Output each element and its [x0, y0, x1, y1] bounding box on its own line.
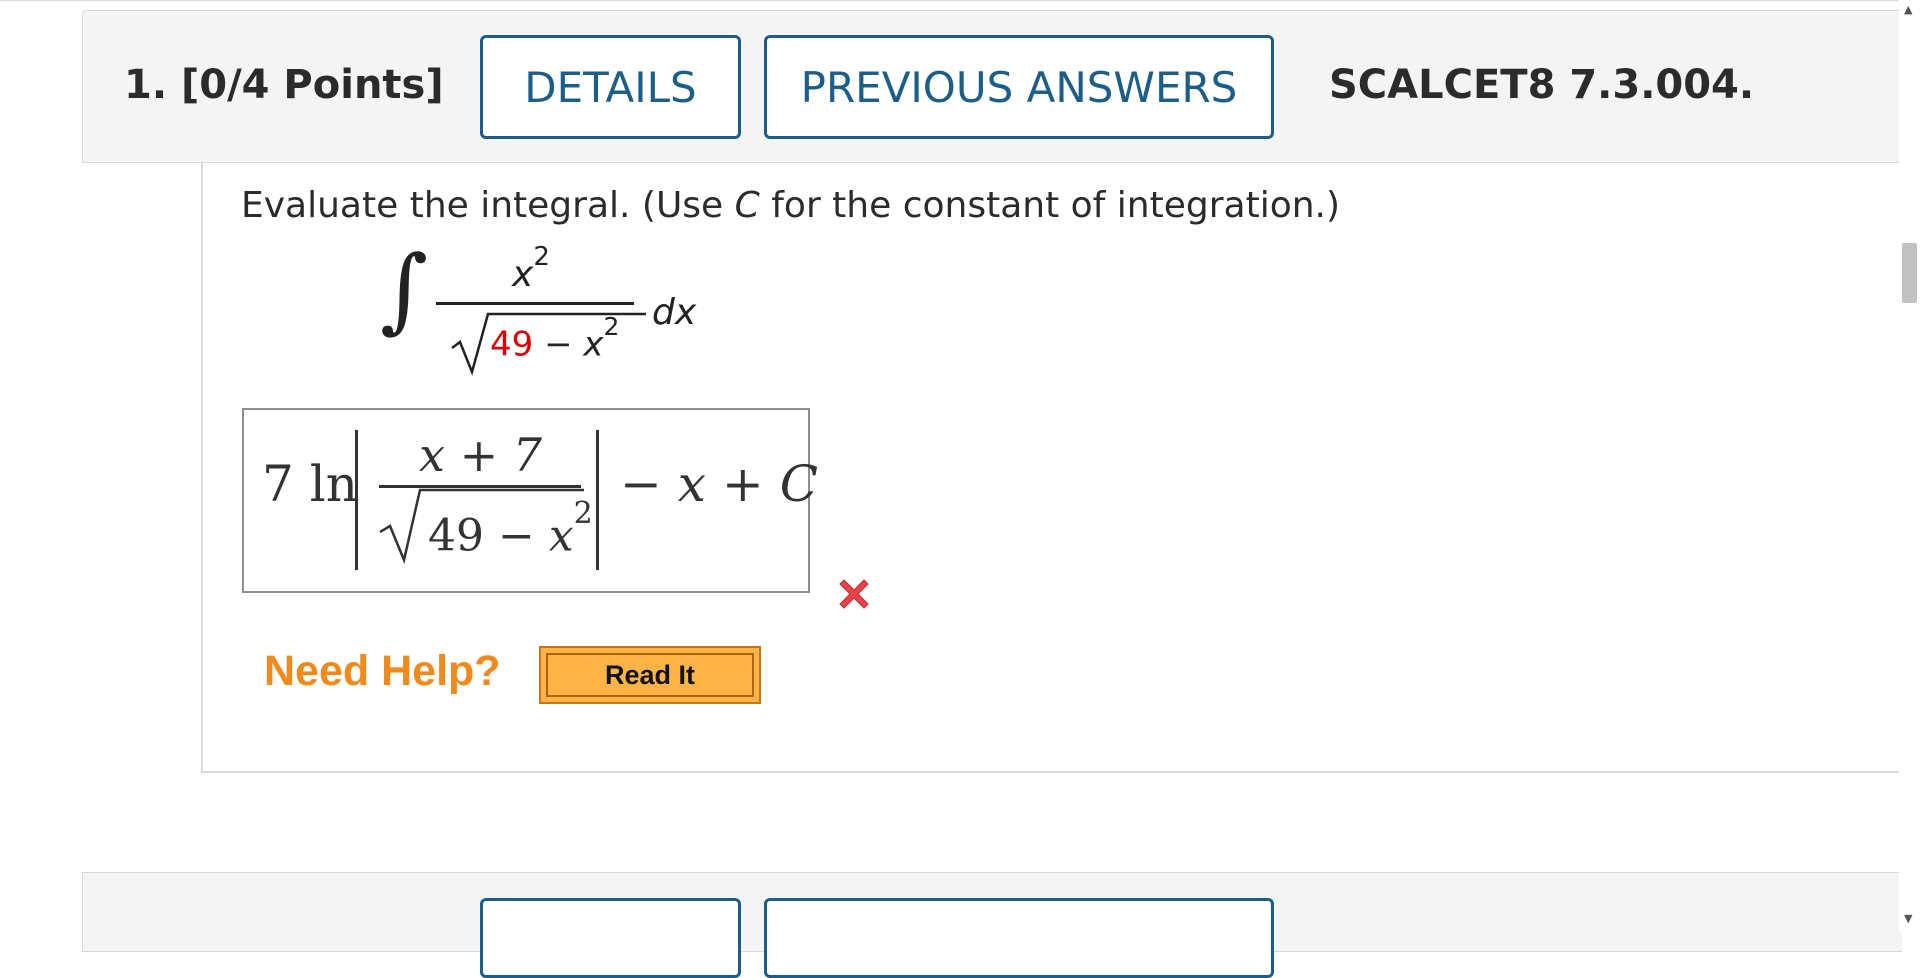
answer-tail-plus: +: [706, 455, 780, 513]
fraction-bar: [436, 302, 634, 305]
answer-input[interactable]: 7 ln x + 7 49 − x2 − x + C: [242, 408, 818, 593]
radicand: 49 − x2: [490, 312, 619, 365]
numerator-variable: x: [512, 254, 534, 295]
question-prompt: Evaluate the integral. (Use C for the co…: [241, 185, 1340, 226]
absolute-value-left-bar: [355, 430, 358, 570]
integrand-numerator: x2: [512, 242, 550, 295]
answer-radical: 49 − x2: [378, 486, 593, 566]
need-help-label: Need Help?: [264, 647, 501, 695]
details-button[interactable]: DETAILS: [480, 35, 741, 139]
prompt-text-before: Evaluate the integral. (Use: [241, 185, 735, 226]
answer-numerator: x + 7: [419, 428, 542, 482]
radicand-variable: x: [583, 324, 604, 365]
top-border: [0, 0, 1920, 1]
answer-coefficient: 7 ln: [262, 455, 358, 513]
radicand-constant: 49: [490, 324, 534, 365]
numerator-exponent: 2: [533, 242, 550, 272]
incorrect-x-icon: [839, 579, 869, 609]
scrollbar-thumb[interactable]: [1902, 243, 1917, 303]
answer-radicand-text: 49 −: [428, 510, 549, 562]
question-points: 1. [0/4 Points]: [124, 62, 444, 108]
next-previous-answers-button[interactable]: [764, 898, 1274, 978]
read-it-button[interactable]: Read It: [539, 646, 761, 704]
answer-radicand-exponent: 2: [573, 496, 593, 531]
question-code: SCALCET8 7.3.004.: [1329, 62, 1755, 108]
integrand-radical: 49 − x2: [450, 312, 646, 382]
answer-tail: − x + C: [620, 455, 818, 513]
answer-radicand-variable: x: [548, 510, 574, 562]
radicand-operator: −: [533, 324, 584, 365]
answer-tail-operator: −: [620, 455, 678, 513]
prompt-text-after: for the constant of integration.): [759, 185, 1341, 226]
integral-expression: ∫ x2 49 − x2 dx: [380, 242, 710, 382]
next-details-button[interactable]: [480, 898, 741, 978]
answer-radicand: 49 − x2: [428, 496, 593, 562]
scroll-up-arrow-icon[interactable]: ▲: [1904, 3, 1912, 16]
integral-sign: ∫: [380, 236, 428, 343]
differential: dx: [652, 292, 697, 333]
scroll-down-arrow-icon[interactable]: ▼: [1904, 912, 1912, 925]
answer-tail-variable: x: [677, 455, 706, 513]
absolute-value-right-bar: [596, 430, 599, 570]
scrollbar[interactable]: [1899, 0, 1920, 932]
answer-constant: C: [779, 455, 818, 513]
prompt-constant: C: [734, 185, 760, 226]
radicand-exponent: 2: [603, 312, 620, 341]
read-it-label: Read It: [546, 653, 754, 697]
previous-answers-button[interactable]: PREVIOUS ANSWERS: [764, 35, 1274, 139]
